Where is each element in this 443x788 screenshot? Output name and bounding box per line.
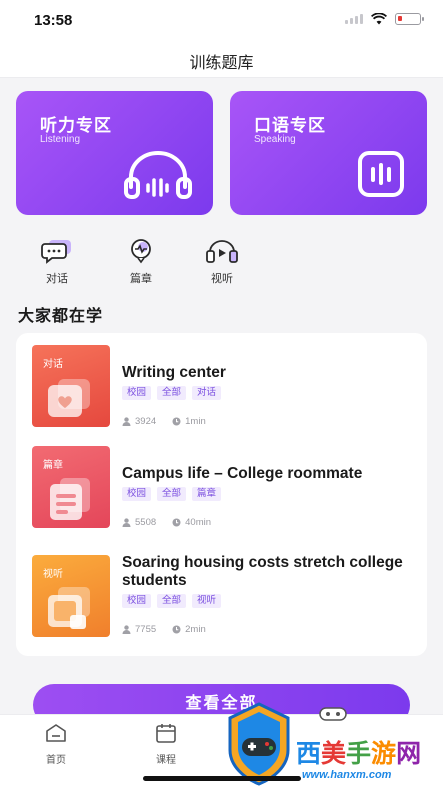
tag[interactable]: 全部 (157, 594, 187, 608)
thumb-tag: 对话 (43, 359, 63, 370)
quick-entry-label: 视听 (211, 273, 233, 285)
course-tags: 校园 全部 对话 (122, 386, 222, 400)
calendar-icon (156, 724, 176, 743)
course-tags: 校园 全部 视听 (122, 594, 222, 608)
voice-wave-icon (358, 151, 404, 197)
tab-home[interactable]: 首页 (31, 723, 81, 766)
course-meta: 3924 1min (122, 416, 206, 427)
dialogue-card-icon (48, 379, 90, 417)
course-thumbnail: 视听 (32, 555, 110, 637)
zone-subtitle: Listening (40, 134, 81, 145)
course-title: Soaring housing costs stretch college st… (122, 554, 403, 589)
course-meta: 7755 2min (122, 624, 206, 635)
picture-icon (48, 587, 90, 629)
document-icon (50, 478, 90, 520)
passage-icon (131, 239, 151, 264)
user-icon (122, 625, 131, 634)
tag[interactable]: 全部 (157, 386, 187, 400)
listening-zone-card[interactable]: 听力专区 Listening (16, 91, 213, 215)
user-icon (122, 417, 131, 426)
audiovisual-icon (206, 240, 238, 263)
game-controller-logo (228, 702, 290, 786)
quick-entry-passage[interactable]: 篇章 (111, 238, 171, 286)
course-title: Writing center (122, 364, 226, 381)
course-title: Campus life – College roommate (122, 465, 363, 482)
quick-entry-audiovisual[interactable]: 视听 (192, 238, 252, 286)
duration: 2min (185, 624, 206, 635)
headphones-icon (124, 151, 192, 199)
tag[interactable]: 校园 (122, 487, 152, 501)
tag[interactable]: 视听 (192, 594, 222, 608)
tag[interactable]: 校园 (122, 594, 152, 608)
learner-count: 5508 (135, 517, 157, 528)
quick-entry-label: 篇章 (130, 273, 152, 285)
course-thumbnail: 对话 (32, 345, 110, 427)
thumb-tag: 视听 (43, 569, 63, 580)
section-title: 大家都在学 (18, 308, 104, 325)
zone-subtitle: Speaking (254, 134, 296, 145)
nav-bar: 训练题库 (0, 40, 443, 78)
status-time: 13:58 (34, 12, 73, 29)
zone-title: 听力专区 (40, 116, 112, 135)
tag[interactable]: 对话 (192, 386, 222, 400)
page-title: 训练题库 (189, 55, 254, 72)
joystick-icon (319, 707, 347, 721)
course-meta: 5508 40min (122, 517, 211, 528)
speaking-zone-card[interactable]: 口语专区 Speaking (230, 91, 427, 215)
signal-icon (345, 14, 363, 24)
tab-label: 课程 (156, 755, 176, 766)
tab-course[interactable]: 课程 (141, 723, 191, 766)
thumb-tag: 篇章 (43, 460, 63, 471)
zone-title: 口语专区 (254, 116, 326, 135)
clock-icon (172, 625, 181, 634)
watermark-text: 西美手游网 (296, 740, 422, 768)
tag[interactable]: 篇章 (192, 487, 222, 501)
duration: 1min (185, 416, 206, 427)
battery-icon (395, 13, 424, 25)
tag[interactable]: 校园 (122, 386, 152, 400)
user-icon (122, 518, 131, 527)
course-tags: 校园 全部 篇章 (122, 487, 222, 501)
dialogue-icon (41, 240, 71, 264)
home-icon (46, 724, 66, 742)
course-list: 对话 Writing center 校园 全部 对话 3924 1min 篇章 (16, 333, 427, 656)
clock-icon (172, 518, 181, 527)
watermark: 西美手游网 www.hanxm.com (222, 698, 443, 788)
home-indicator (143, 776, 301, 781)
learner-count: 7755 (135, 624, 157, 635)
status-bar: 13:58 (0, 0, 443, 40)
tag[interactable]: 全部 (157, 487, 187, 501)
wifi-icon (371, 13, 387, 25)
course-item[interactable]: 对话 Writing center 校园 全部 对话 3924 1min (16, 345, 427, 445)
clock-icon (172, 417, 181, 426)
status-icons (345, 13, 424, 25)
quick-entry-dialogue[interactable]: 对话 (27, 238, 87, 286)
tab-label: 首页 (46, 755, 66, 766)
watermark-url: www.hanxm.com (302, 769, 392, 781)
course-thumbnail: 篇章 (32, 446, 110, 528)
duration: 40min (185, 517, 212, 528)
learner-count: 3924 (135, 416, 157, 427)
course-item[interactable]: 篇章 Campus life – College roommate 校园 全部 … (16, 446, 427, 546)
quick-entry-label: 对话 (46, 273, 68, 285)
course-item[interactable]: 视听 Soaring housing costs stretch college… (16, 554, 427, 655)
